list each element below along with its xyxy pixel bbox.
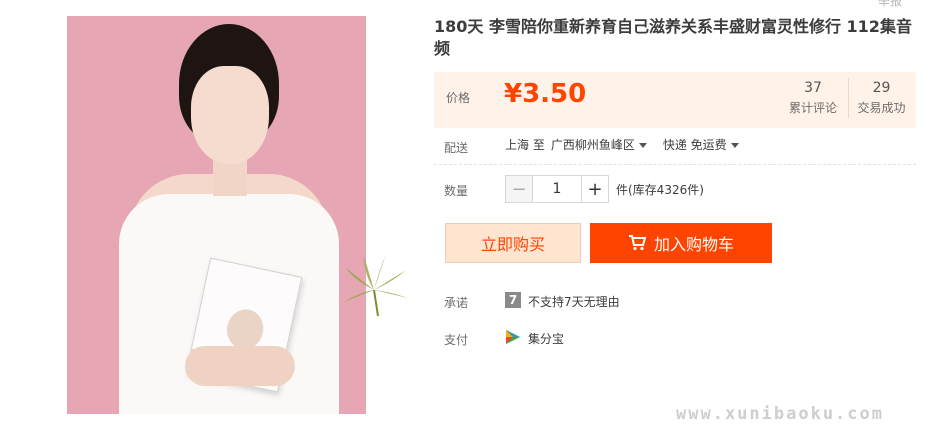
divider: [434, 164, 916, 165]
cart-icon: [628, 235, 646, 251]
review-count-stat[interactable]: 37 累计评论: [780, 78, 846, 118]
quantity-input[interactable]: 1: [533, 175, 581, 203]
price-label: 价格: [446, 91, 471, 105]
product-image: [67, 16, 366, 414]
sales-count-label: 交易成功: [857, 101, 906, 115]
sales-count: 29: [872, 80, 891, 96]
no-return-icon: 7: [505, 292, 521, 308]
shipping-label: 配送: [444, 141, 469, 155]
shipping-method-select[interactable]: 快递 免运费: [663, 136, 739, 153]
sales-count-stat: 29 交易成功: [848, 78, 914, 118]
jifenbao-icon: [506, 330, 520, 344]
product-title: 180天 李雪陪你重新养育自己滋养关系丰盛财富灵性修行 112集音频: [434, 17, 912, 58]
shipping-from: 上海 至: [505, 138, 545, 152]
add-to-cart-button[interactable]: 加入购物车: [590, 223, 772, 263]
promise-label: 承诺: [444, 296, 469, 310]
price-panel: 价格 ¥3.50 37 累计评论 29 交易成功: [434, 72, 916, 128]
leaf-decoration: [344, 254, 408, 317]
review-count: 37: [804, 80, 822, 96]
decrease-button[interactable]: −: [505, 175, 533, 203]
price-value: ¥3.50: [504, 79, 587, 109]
payment-text[interactable]: 集分宝: [528, 330, 564, 347]
quantity-stepper: − 1 +: [505, 175, 609, 203]
quantity-label: 数量: [444, 184, 469, 198]
promise-text[interactable]: 不支持7天无理由: [528, 293, 620, 310]
chevron-down-icon: [730, 143, 739, 148]
review-count-label: 累计评论: [788, 101, 837, 115]
increase-button[interactable]: +: [581, 175, 609, 203]
stock-text: 件(库存4326件): [616, 183, 704, 197]
destination-select[interactable]: 广西柳州鱼峰区: [551, 136, 647, 153]
report-link[interactable]: 举报: [878, 0, 902, 9]
payment-label: 支付: [444, 333, 469, 347]
chevron-down-icon: [638, 143, 647, 148]
watermark: www.xunibaoku.com: [676, 404, 884, 424]
shipping-row: 上海 至 广西柳州鱼峰区 快递 免运费: [505, 136, 739, 153]
add-to-cart-label: 加入购物车: [653, 235, 734, 254]
buy-now-button[interactable]: 立即购买: [445, 223, 581, 263]
